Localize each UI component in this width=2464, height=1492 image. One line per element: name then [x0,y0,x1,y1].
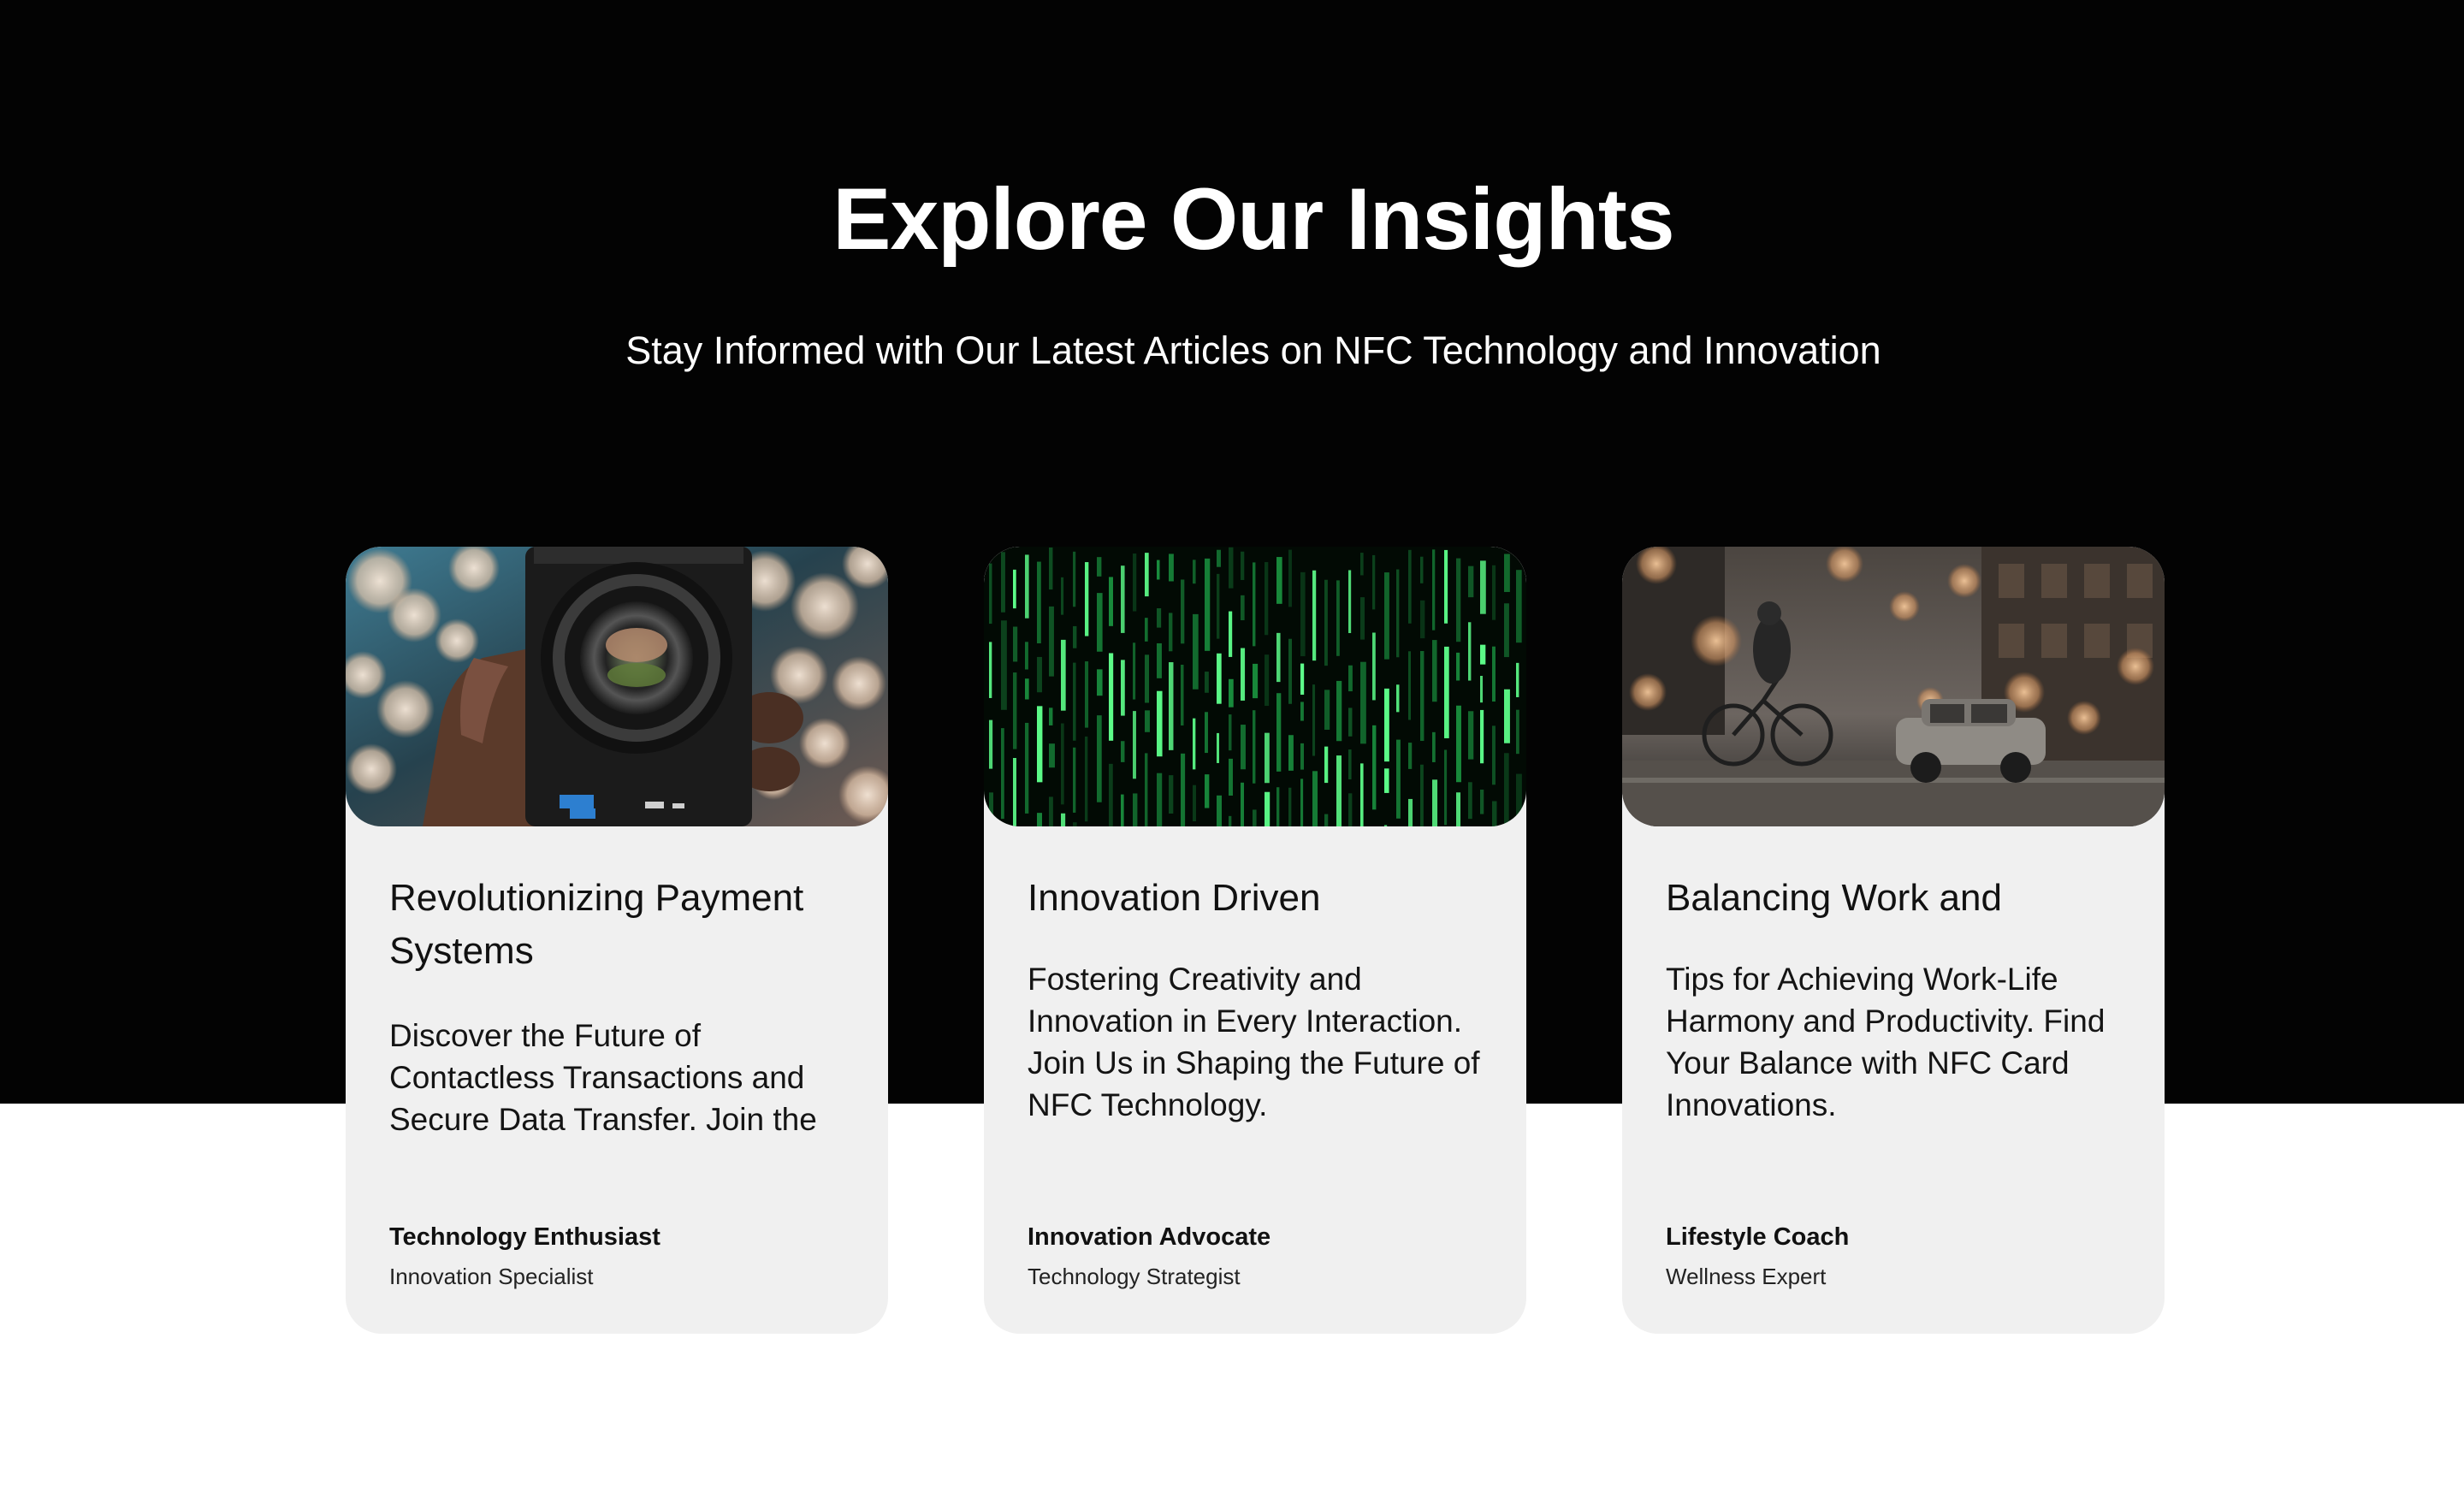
section-subtitle: Stay Informed with Our Latest Articles o… [625,329,1881,372]
section-title: Explore Our Insights [832,170,1674,268]
card-author: Technology Enthusiast [389,1223,660,1251]
card-role: Technology Strategist [1028,1264,1241,1289]
card-title[interactable]: Innovation Driven [1028,872,1490,925]
card-role: Innovation Specialist [389,1264,594,1289]
card-title[interactable]: Balancing Work and [1666,872,2128,925]
card-author: Innovation Advocate [1028,1223,1271,1251]
insights-section: Explore Our Insights Stay Informed with … [0,0,2464,1492]
article-card-work-balance[interactable]: Balancing Work and Tips for Achieving Wo… [1622,547,2165,1334]
article-card-innovation-driven[interactable]: Innovation Driven Fostering Creativity a… [984,547,1526,1334]
card-description: Tips for Achieving Work-Life Harmony and… [1666,962,2106,1122]
city-street-bicycle-photo [1622,547,2165,826]
green-code-matrix-photo [984,547,1526,826]
card-title[interactable]: Revolutionizing Payment Systems [389,872,851,978]
card-image-camera[interactable] [346,547,888,826]
camera-lens-photo [346,547,888,826]
article-card-payment-systems[interactable]: Revolutionizing Payment Systems Discover… [346,547,888,1334]
card-description: Fostering Creativity and Innovation in E… [1028,962,1480,1122]
card-image-code[interactable] [984,547,1526,826]
card-author: Lifestyle Coach [1666,1223,1850,1251]
card-role: Wellness Expert [1666,1264,1827,1289]
card-description: Discover the Future of Contactless Trans… [389,1018,817,1137]
card-image-street[interactable] [1622,547,2165,826]
